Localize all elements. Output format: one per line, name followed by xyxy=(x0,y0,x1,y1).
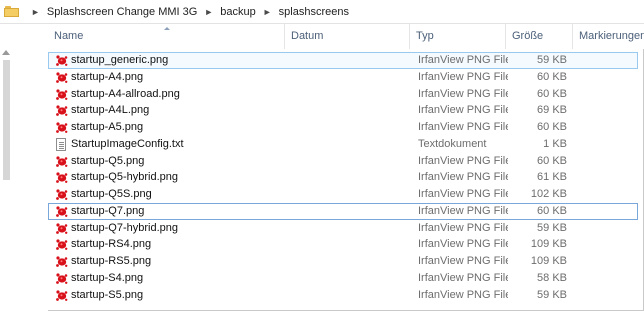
file-size: 60 KB xyxy=(537,204,567,217)
file-name: startup-Q7-hybrid.png xyxy=(71,221,178,234)
file-row[interactable]: startup-A4.png IrfanView PNG File 60 KB xyxy=(48,69,638,86)
file-size: 69 KB xyxy=(537,104,567,117)
file-row[interactable]: startup_generic.png IrfanView PNG File 59 … xyxy=(48,52,638,69)
file-type: IrfanView PNG File xyxy=(418,121,508,133)
file-name: startup-Q5-hybrid.png xyxy=(71,171,178,184)
file-row[interactable]: startup-S4.png IrfanView PNG File 58 KB xyxy=(48,270,638,287)
file-row[interactable]: startup-RS4.png IrfanView PNG File 109 KB xyxy=(48,236,638,253)
file-size: 109 KB xyxy=(530,238,567,251)
file-name: startup-RS5.png xyxy=(71,255,152,267)
file-name: startup-S4.png xyxy=(71,271,144,284)
irfanview-png-icon xyxy=(55,238,68,251)
file-row[interactable]: startup-A5.png IrfanView PNG File 60 KB xyxy=(48,119,638,136)
irfanview-png-icon xyxy=(55,155,68,168)
file-type: IrfanView PNG File xyxy=(418,154,508,167)
file-size: 59 KB xyxy=(537,221,567,234)
file-row[interactable]: startup-Q5.png IrfanView PNG File 60 KB xyxy=(48,153,638,170)
file-name: startup-A4-allroad.png xyxy=(71,87,180,100)
file-size: 58 KB xyxy=(537,271,567,284)
file-name: startup-S5.png xyxy=(71,288,144,301)
breadcrumb-item-root[interactable]: Splashscreen Change MMI 3G xyxy=(45,6,199,18)
file-name: StartupImageConfig.txt xyxy=(71,137,184,150)
file-row[interactable]: startup-Q5S.png IrfanView PNG File 102 KB xyxy=(48,186,638,203)
chevron-right-icon[interactable]: ► xyxy=(258,7,277,17)
text-document-icon xyxy=(56,137,66,151)
file-size: 61 KB xyxy=(537,171,567,184)
file-type: IrfanView PNG File xyxy=(418,104,508,117)
file-row[interactable]: StartupImageConfig.txt Textdokument 1 KB xyxy=(48,136,638,153)
file-row[interactable]: startup-S5.png IrfanView PNG File 59 KB xyxy=(48,287,638,304)
file-name: startup-Q5.png xyxy=(71,154,145,167)
file-type: IrfanView PNG File xyxy=(418,255,508,267)
file-name: startup_generic.png xyxy=(71,54,169,66)
file-name: startup-A5.png xyxy=(71,121,144,133)
file-type: IrfanView PNG File xyxy=(418,70,508,83)
irfanview-png-icon xyxy=(55,205,68,218)
file-type: IrfanView PNG File xyxy=(418,87,508,100)
file-name: startup-RS4.png xyxy=(71,238,152,251)
column-header-name[interactable]: Name xyxy=(48,24,285,49)
file-size: 59 KB xyxy=(537,288,567,301)
file-size: 60 KB xyxy=(537,70,567,83)
file-type: IrfanView PNG File xyxy=(418,54,508,66)
file-name: startup-A4L.png xyxy=(71,104,150,117)
file-type: IrfanView PNG File xyxy=(418,204,508,217)
navigation-pane xyxy=(0,24,48,311)
file-row[interactable]: startup-RS5.png IrfanView PNG File 109 KB xyxy=(48,253,638,270)
file-row[interactable]: startup-Q7-hybrid.png IrfanView PNG File 5… xyxy=(48,220,638,237)
irfanview-png-icon xyxy=(55,54,68,67)
chevron-right-icon[interactable]: ► xyxy=(26,7,45,17)
chevron-right-icon[interactable]: ► xyxy=(199,7,218,17)
column-header-type[interactable]: Typ xyxy=(410,24,506,49)
irfanview-png-icon xyxy=(55,255,68,268)
irfanview-png-icon xyxy=(55,289,68,302)
file-type: IrfanView PNG File xyxy=(418,171,508,184)
file-row[interactable]: startup-Q5-hybrid.png IrfanView PNG File 6… xyxy=(48,169,638,186)
file-type: IrfanView PNG File xyxy=(418,238,508,251)
breadcrumb-item-backup[interactable]: backup xyxy=(218,6,257,18)
file-row[interactable]: startup-A4L.png IrfanView PNG File 69 KB xyxy=(48,102,638,119)
file-name: startup-A4.png xyxy=(71,70,144,83)
file-type: Textdokument xyxy=(418,137,487,150)
breadcrumb-item-splashscreens[interactable]: splashscreens xyxy=(277,6,351,18)
file-type: IrfanView PNG File xyxy=(418,288,508,301)
file-row[interactable]: startup-Q7.png IrfanView PNG File 60 KB xyxy=(48,202,638,220)
file-name: startup-Q5S.png xyxy=(71,188,152,200)
file-size: 60 KB xyxy=(537,154,567,167)
file-type: IrfanView PNG File xyxy=(418,271,508,284)
irfanview-png-icon xyxy=(55,188,68,201)
column-header-tags[interactable]: Markierungen xyxy=(573,24,644,49)
file-size: 60 KB xyxy=(537,87,567,100)
file-size: 102 KB xyxy=(530,188,567,200)
irfanview-png-icon xyxy=(55,121,68,134)
file-size: 1 KB xyxy=(543,137,567,150)
file-name: startup-Q7.png xyxy=(71,204,145,217)
file-type: IrfanView PNG File xyxy=(418,188,508,200)
irfanview-png-icon xyxy=(55,88,68,101)
file-size: 60 KB xyxy=(537,121,567,133)
irfanview-png-icon xyxy=(55,272,68,285)
folder-icon xyxy=(4,5,20,18)
column-header-date[interactable]: Datum xyxy=(285,24,410,49)
scroll-up-icon[interactable] xyxy=(2,50,10,55)
irfanview-png-icon xyxy=(55,222,68,235)
column-header: Name Datum Typ Größe Markierungen xyxy=(48,24,644,49)
column-header-size[interactable]: Größe xyxy=(506,24,573,49)
file-row[interactable]: startup-A4-allroad.png IrfanView PNG File… xyxy=(48,86,638,103)
irfanview-png-icon xyxy=(55,171,68,184)
file-list: startup_generic.png IrfanView PNG File 59 … xyxy=(48,52,638,303)
file-size: 59 KB xyxy=(537,54,567,66)
breadcrumb: ► Splashscreen Change MMI 3G ► backup ► … xyxy=(0,0,644,24)
scrollbar-thumb[interactable] xyxy=(3,60,10,180)
irfanview-png-icon xyxy=(55,104,68,117)
file-type: IrfanView PNG File xyxy=(418,221,508,234)
irfanview-png-icon xyxy=(55,71,68,84)
file-size: 109 KB xyxy=(530,255,567,267)
